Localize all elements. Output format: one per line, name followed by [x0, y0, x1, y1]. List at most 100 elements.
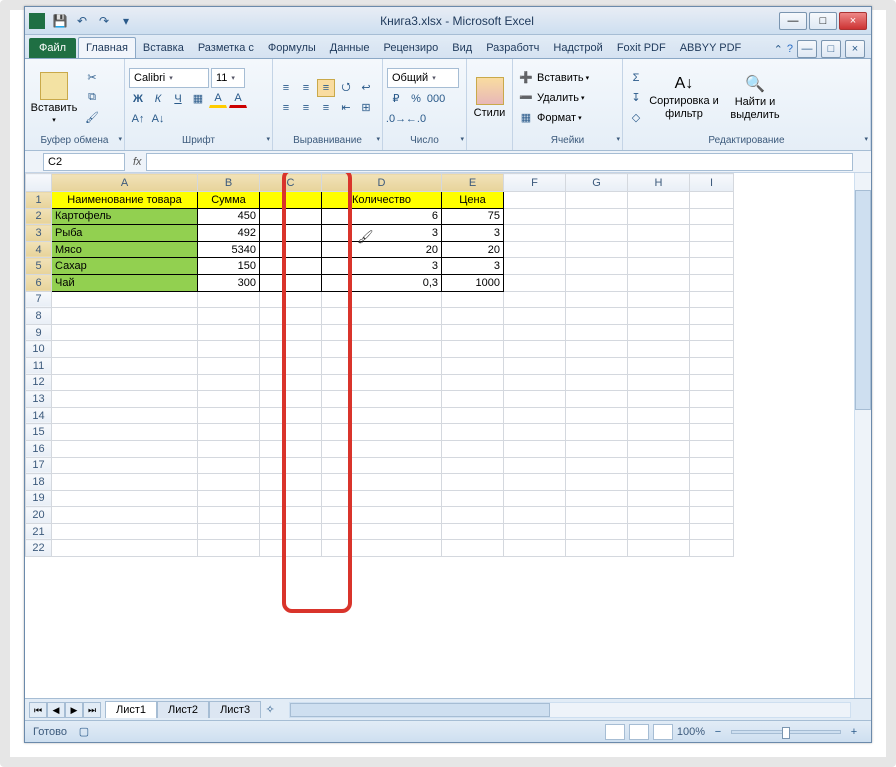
cell-C4[interactable] [260, 241, 322, 258]
cell-H3[interactable] [628, 225, 690, 242]
ribbon-tab-7[interactable]: Разработч [479, 38, 546, 58]
cell-I17[interactable] [690, 457, 734, 474]
clear-icon[interactable]: ◇ [627, 109, 645, 127]
cell-E12[interactable] [442, 374, 504, 391]
cell-C8[interactable] [260, 308, 322, 325]
cell-E9[interactable] [442, 324, 504, 341]
row-header-2[interactable]: 2 [26, 208, 52, 225]
row-header-19[interactable]: 19 [26, 490, 52, 507]
cell-I21[interactable] [690, 523, 734, 540]
cell-E2[interactable]: 75 [442, 208, 504, 225]
cell-H10[interactable] [628, 341, 690, 358]
number-format-combo[interactable]: Общий [387, 68, 459, 88]
sheet-tab-1[interactable]: Лист2 [157, 701, 209, 718]
row-header-14[interactable]: 14 [26, 407, 52, 424]
cell-B18[interactable] [198, 474, 260, 491]
cell-B10[interactable] [198, 341, 260, 358]
formula-input[interactable] [146, 153, 853, 171]
cell-C11[interactable] [260, 357, 322, 374]
sheet-tab-2[interactable]: Лист3 [209, 701, 261, 718]
cell-D12[interactable] [322, 374, 442, 391]
cell-H21[interactable] [628, 523, 690, 540]
cell-I5[interactable] [690, 258, 734, 275]
ribbon-tab-8[interactable]: Надстрой [546, 38, 609, 58]
align-mid-icon[interactable]: ≡ [297, 79, 315, 97]
cell-A1[interactable]: Наименование товара [52, 192, 198, 209]
inc-decimal-icon[interactable]: .0→ [387, 110, 405, 128]
cell-D4[interactable]: 20 [322, 241, 442, 258]
cell-A21[interactable] [52, 523, 198, 540]
percent-icon[interactable]: % [407, 90, 425, 108]
cell-G18[interactable] [566, 474, 628, 491]
worksheet-grid[interactable]: ABCDEFGHI1Наименование товараСуммаКоличе… [25, 173, 871, 698]
cell-G8[interactable] [566, 308, 628, 325]
cell-G19[interactable] [566, 490, 628, 507]
cell-E4[interactable]: 20 [442, 241, 504, 258]
italic-button[interactable]: К [149, 90, 167, 108]
cell-E8[interactable] [442, 308, 504, 325]
doc-max-button[interactable]: □ [821, 40, 841, 58]
cell-I22[interactable] [690, 540, 734, 557]
merge-icon[interactable]: ⊞ [357, 99, 375, 117]
save-icon[interactable]: 💾 [51, 12, 69, 30]
cell-A8[interactable] [52, 308, 198, 325]
cell-D11[interactable] [322, 357, 442, 374]
cell-D3[interactable]: 3 [322, 225, 442, 242]
row-header-22[interactable]: 22 [26, 540, 52, 557]
cell-E6[interactable]: 1000 [442, 274, 504, 291]
cell-E16[interactable] [442, 440, 504, 457]
row-header-5[interactable]: 5 [26, 258, 52, 275]
cell-I3[interactable] [690, 225, 734, 242]
ribbon-tab-4[interactable]: Данные [323, 38, 377, 58]
cell-B17[interactable] [198, 457, 260, 474]
dec-indent-icon[interactable]: ⇤ [337, 99, 355, 117]
cell-H7[interactable] [628, 291, 690, 308]
cell-D10[interactable] [322, 341, 442, 358]
cell-H18[interactable] [628, 474, 690, 491]
ribbon-tab-2[interactable]: Разметка с [191, 38, 261, 58]
ribbon-tab-1[interactable]: Вставка [136, 38, 191, 58]
cell-G10[interactable] [566, 341, 628, 358]
format-painter-icon[interactable]: 🖌 [83, 109, 101, 127]
doc-close-button[interactable]: × [845, 40, 865, 58]
cell-I1[interactable] [690, 192, 734, 209]
autosum-icon[interactable]: Σ [627, 69, 645, 87]
cell-F19[interactable] [504, 490, 566, 507]
cell-C6[interactable] [260, 274, 322, 291]
cell-D2[interactable]: 6 [322, 208, 442, 225]
cell-B20[interactable] [198, 507, 260, 524]
cell-G12[interactable] [566, 374, 628, 391]
cell-D20[interactable] [322, 507, 442, 524]
insert-function-icon[interactable]: fx [133, 156, 142, 168]
ribbon-tab-3[interactable]: Формулы [261, 38, 323, 58]
row-header-11[interactable]: 11 [26, 357, 52, 374]
border-button[interactable]: ▦ [189, 90, 207, 108]
cell-F21[interactable] [504, 523, 566, 540]
insert-cells-button[interactable]: Вставить [537, 72, 584, 84]
cell-D8[interactable] [322, 308, 442, 325]
col-header-E[interactable]: E [442, 174, 504, 192]
cell-D16[interactable] [322, 440, 442, 457]
cell-B12[interactable] [198, 374, 260, 391]
fill-color-button[interactable]: A [209, 90, 227, 108]
ribbon-tab-10[interactable]: ABBYY PDF [673, 38, 749, 58]
cell-G3[interactable] [566, 225, 628, 242]
cell-I9[interactable] [690, 324, 734, 341]
cell-D5[interactable]: 3 [322, 258, 442, 275]
cell-F1[interactable] [504, 192, 566, 209]
cell-C3[interactable] [260, 225, 322, 242]
cell-G14[interactable] [566, 407, 628, 424]
cell-F5[interactable] [504, 258, 566, 275]
cell-F20[interactable] [504, 507, 566, 524]
cell-F18[interactable] [504, 474, 566, 491]
cell-F9[interactable] [504, 324, 566, 341]
cell-F15[interactable] [504, 424, 566, 441]
cell-B16[interactable] [198, 440, 260, 457]
font-name-combo[interactable]: Calibri [129, 68, 209, 88]
cell-G17[interactable] [566, 457, 628, 474]
paste-button[interactable]: Вставить ▾ [29, 64, 79, 132]
orientation-icon[interactable]: ⭯ [337, 79, 355, 97]
cell-F12[interactable] [504, 374, 566, 391]
cell-C22[interactable] [260, 540, 322, 557]
cell-A6[interactable]: Чай [52, 274, 198, 291]
